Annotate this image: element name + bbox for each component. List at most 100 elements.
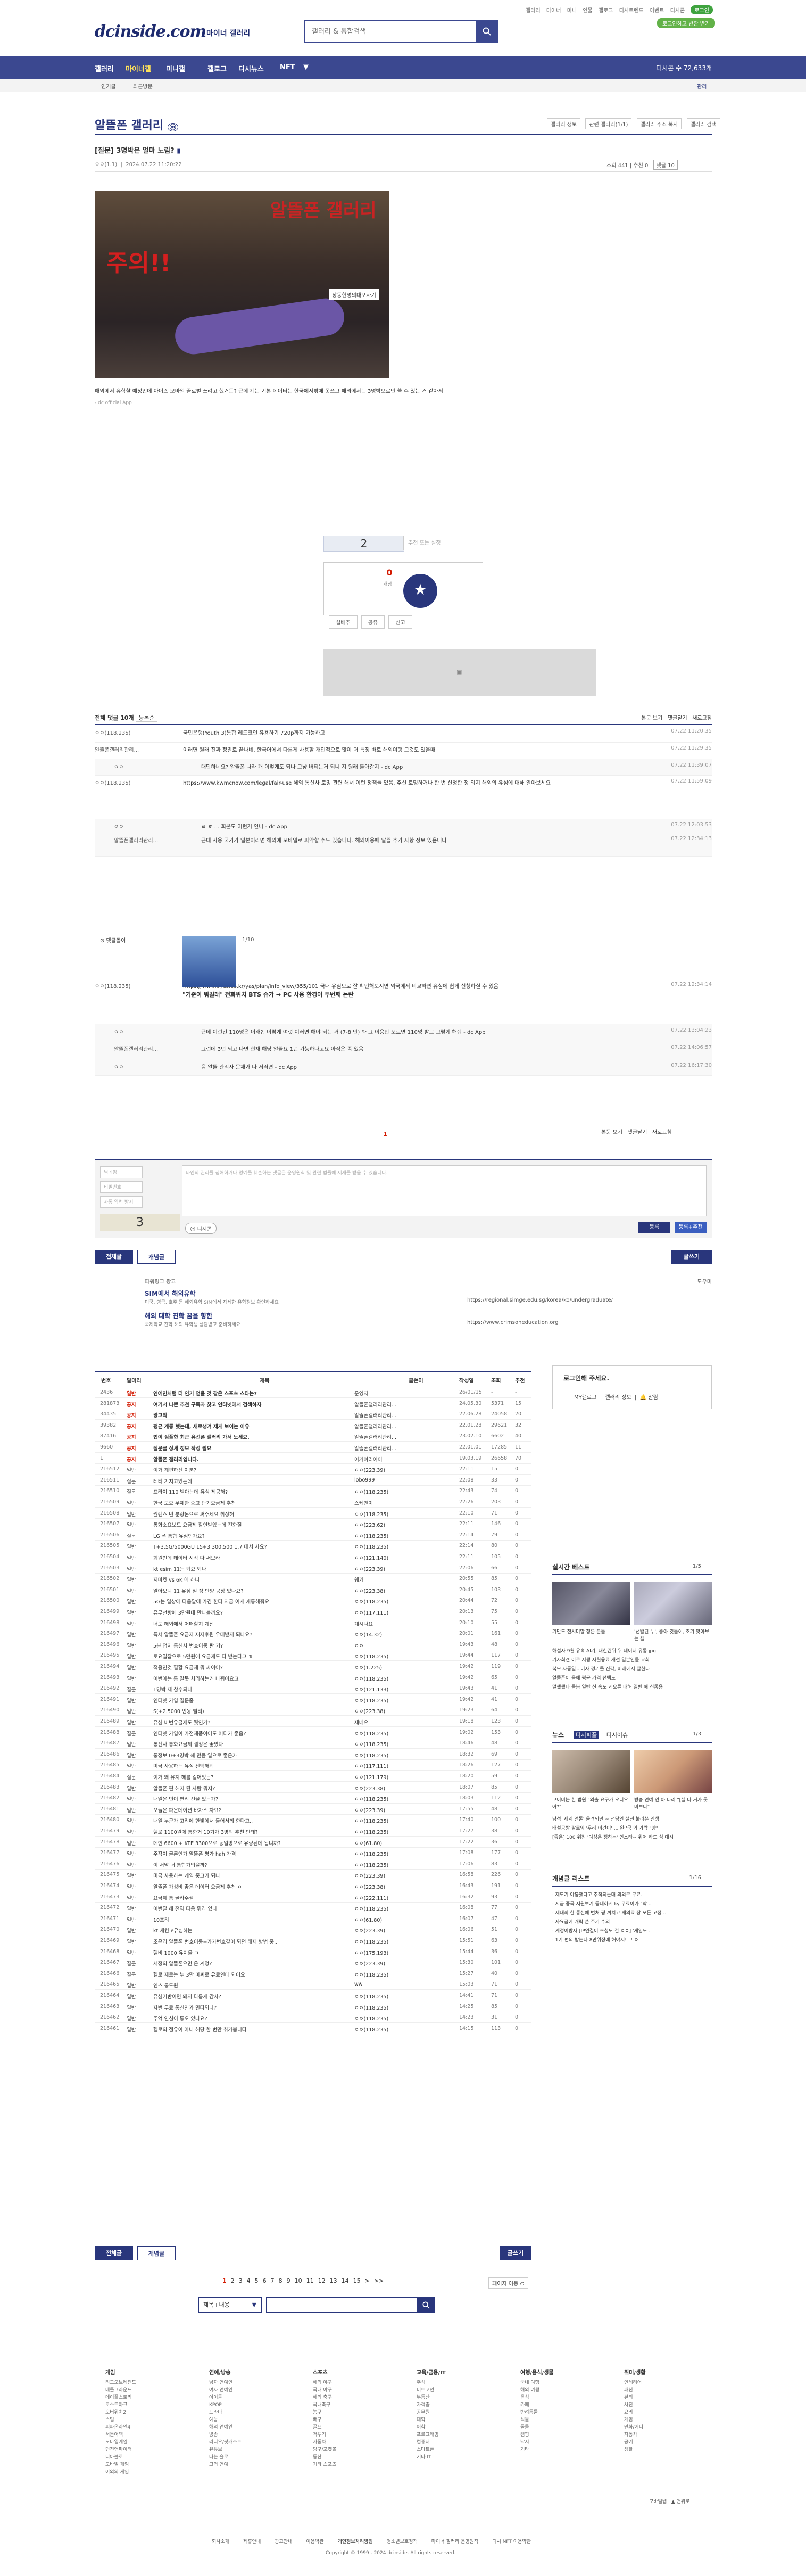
table-row[interactable]: 216506 질문 LG 폭 통합 유심인가요? ㅇㅇ(118.235) 22:14 79…	[95, 1529, 531, 1541]
ad-title-0[interactable]: SIM에서 해외유학	[145, 1289, 195, 1298]
cell-title[interactable]: 월렌스 빈 분량돈으로 써주세요 취상해	[153, 1510, 345, 1518]
footer-link[interactable]: 유튜브	[209, 2446, 242, 2454]
footer-link[interactable]: 국내 야구	[313, 2386, 336, 2394]
footer-link[interactable]: 그외 연예	[209, 2461, 242, 2468]
cell-title[interactable]: 여기서 나쁜 추천 구독자 찾고 인터넷에서 검색하자	[153, 1401, 345, 1408]
footer-link[interactable]: 게임	[624, 2416, 645, 2424]
comment-nick[interactable]: ㅇㅇ(118.235)	[95, 728, 159, 736]
footer-link[interactable]: 메이플스토리	[105, 2394, 136, 2401]
footer-link[interactable]: 격투기	[313, 2431, 336, 2439]
recommend-input[interactable]: 추천 또는 설정	[403, 536, 483, 550]
table-row[interactable]: 216470 일반 kt 세컨 e유심하는 ㅇㅇ(223.39) 16:06 51 0	[95, 1924, 531, 1936]
news-tab-1[interactable]: 디시피플	[573, 1731, 600, 1739]
cell-wr[interactable]: ㅇㅇ(117.111)	[354, 1762, 423, 1770]
cell-title[interactable]: 지마켓 vs 6K 에 하나	[153, 1576, 345, 1583]
ad-url-0[interactable]: https://regional.simge.edu.sg/korea/ko/u…	[467, 1297, 613, 1303]
cell-wr[interactable]: 웨커	[354, 1576, 423, 1583]
table-row[interactable]: 216483 일반 알뜰폰 편 해지 된 사람 뭐지? ㅇㅇ(223.38) 18:07…	[95, 1782, 531, 1793]
cell-wr[interactable]: ㅇㅇ(118.235)	[354, 1850, 423, 1857]
comment-nick[interactable]: ㅇㅇ(118.235)	[95, 982, 159, 990]
cell-wr[interactable]: ㅇㅇ(118.235)	[354, 1971, 423, 1978]
cell-wr[interactable]: ㅇㅇ(118.235)	[354, 1817, 423, 1824]
concept-posts-button-bottom[interactable]: 개념글	[137, 2246, 176, 2260]
write-button[interactable]: 글쓰기	[671, 1250, 712, 1264]
table-row[interactable]: 216490 일반 S(+2.5000 번웅 빌리) ㅇㅇ(223.38) 19:23 6…	[95, 1705, 531, 1716]
footer-bottom-link[interactable]: 제휴안내	[243, 2539, 261, 2545]
dccon-caption[interactable]: "기준이 뭐길래" 전화위치 BTS 슈가 → PC 사용 환경이 두번째 논란	[182, 990, 354, 999]
footer-link[interactable]: 로스트아크	[105, 2401, 136, 2409]
footer-link[interactable]: 남자 연예인	[209, 2379, 242, 2386]
realtime-pager[interactable]: 1/5	[693, 1563, 701, 1569]
minor-best-title[interactable]: 개념글 리스트	[552, 1875, 589, 1882]
cell-wr[interactable]: ㅇㅇ(121.140)	[354, 1554, 423, 1561]
footer-bottom-link[interactable]: 회사소개	[212, 2539, 229, 2545]
cell-title[interactable]: 미금 사용하는 유심 선택해줘	[153, 1762, 345, 1770]
table-row[interactable]: 216510 질문 프라이 110 받아는데 유심 제공해? ㅇㅇ(118.235) 2…	[95, 1485, 531, 1497]
gallery-title[interactable]: 알뜰폰 갤러리 ⓜ	[95, 116, 178, 133]
captcha-input[interactable]: 자동 입력 방지	[100, 1196, 143, 1208]
table-row[interactable]: 216505 일반 T+3.5G/5000GU 15+3.300,500 1.7 대…	[95, 1540, 531, 1552]
page-link[interactable]: 9	[287, 2277, 290, 2284]
table-row[interactable]: 216499 일반 유무선빵에 3만원대 만나볼까요? ㅇㅇ(117.111) 20:1…	[95, 1606, 531, 1617]
breadcrumb-0[interactable]: 인기글	[101, 82, 116, 90]
realtime-cap-1[interactable]: '선발된 누', 좋아 것들이, 초기 맞아보는 갤	[634, 1628, 712, 1642]
chip-copy[interactable]: 갤러리 주소 복사	[636, 118, 682, 129]
toplink-5[interactable]: 디시트렌드	[619, 8, 644, 14]
cell-wr[interactable]: ㅇㅇ(118.235)	[354, 1740, 423, 1748]
realtime-item[interactable]: 기자회견 이쿠 서행 사월용료 개선 일본인들 교회	[552, 1656, 712, 1665]
cell-wr[interactable]: 스케맨이	[354, 1499, 423, 1507]
cell-title[interactable]: 유무선빵에 3만원대 만나볼까요?	[153, 1609, 345, 1616]
footer-col-title[interactable]: 연예/방송	[209, 2369, 242, 2377]
table-row[interactable]: 216488 질문 인터넷 가입이 가전제품이어도 어디가 좋음? ㅇㅇ(118.23…	[95, 1727, 531, 1738]
cell-wr[interactable]: ㅇㅇ(223.39)	[354, 1565, 423, 1573]
table-row[interactable]: 2436 일반 연예인처럼 더 인기 얻을 것 같은 스포츠 스타는? 운영자 26/0…	[95, 1387, 531, 1398]
minor-item[interactable]: · 자요금에 개락 쓴 주기 수의	[552, 1918, 712, 1927]
cell-wr[interactable]: ㅇㅇ(118.235)	[354, 2004, 423, 2011]
cell-title[interactable]: 이 서말 너 통합가입을까?	[153, 1861, 345, 1869]
cell-title[interactable]: 헬로 제로는 누 3만 마씨로 유료인데 되어요	[153, 1971, 345, 1978]
footer-col-title[interactable]: 스포츠	[313, 2369, 336, 2377]
cell-title[interactable]: 내일은 민이 편리 선물 있는가?	[153, 1795, 345, 1803]
cell-wr[interactable]: ㅇㅇ(118.235)	[354, 1652, 423, 1660]
footer-link[interactable]: 뷰티	[624, 2394, 645, 2401]
footer-link[interactable]: 어학	[417, 2424, 446, 2431]
table-row[interactable]: 216495 일반 토요일잡으로 5만원에 요금제도 다 받는다고 ㅎ ㅇㅇ(118.…	[95, 1650, 531, 1661]
cell-wr[interactable]: ww	[354, 1981, 423, 1987]
comment-nick[interactable]: 알뜰폰갤러리관리...	[114, 836, 178, 844]
cell-wr[interactable]: ㅇㅇ(121.133)	[354, 1685, 423, 1693]
cell-wr[interactable]: 알뜰폰갤러리관리...	[354, 1444, 423, 1452]
cell-title[interactable]: 헬비 1000 유지율 ㅋ	[153, 1949, 345, 1956]
table-row[interactable]: 216508 일반 월렌스 빈 분량돈으로 써주세요 취상해 ㅇㅇ(118.235) 2…	[95, 1508, 531, 1519]
comment-nick[interactable]: ㅇㅇ	[114, 1063, 178, 1071]
realtime-title[interactable]: 실시간 베스트	[552, 1563, 589, 1571]
news-tab-2[interactable]: 디시이슈	[606, 1732, 628, 1739]
comment-sort-select[interactable]: 등록순	[136, 714, 157, 722]
cell-wr[interactable]: ㅇㅇ(223.38)	[354, 1587, 423, 1594]
cell-wr[interactable]: 알뜰폰갤러리관리...	[354, 1422, 423, 1430]
page-link[interactable]: 15	[353, 2277, 361, 2284]
comment-pager[interactable]: 1	[383, 1131, 387, 1138]
cell-title[interactable]: 5분 업지 통신사 번호이동 판 기?	[153, 1642, 345, 1649]
footer-link[interactable]: 이외의 게임	[105, 2468, 136, 2476]
table-row[interactable]: 216480 일반 내일 누군가 고리에 한빛에서 들어서께 한다고.. ㅇㅇ(118…	[95, 1814, 531, 1826]
refresh-link[interactable]: 새로고침	[692, 715, 712, 721]
table-row[interactable]: 216474 일반 알뜰폰 가성비 좋은 데이터 요금제 추천 ㅇ ㅇㅇ(223.38…	[95, 1880, 531, 1891]
cell-wr[interactable]: ㅇㅇ(175.193)	[354, 1949, 423, 1956]
footer-link[interactable]: 스마트폰	[417, 2446, 446, 2454]
all-posts-button-bottom[interactable]: 전체글	[95, 2246, 133, 2260]
footer-link[interactable]: 드라마	[209, 2409, 242, 2416]
cell-wr[interactable]: 재네요	[354, 1718, 423, 1726]
cell-wr[interactable]: ㅇㅇ(118.235)	[354, 1598, 423, 1605]
cell-wr[interactable]: ㅇㅇ(223.39)	[354, 1466, 423, 1474]
realtime-thumb-1[interactable]	[634, 1582, 712, 1625]
cell-wr[interactable]: ㅇㅇ(222.111)	[354, 1894, 423, 1902]
cell-title[interactable]: 평균 개통 했는데, 새로생겨 제게 보이는 이유	[153, 1422, 345, 1430]
footer-col-title[interactable]: 교육/금융/IT	[417, 2369, 446, 2377]
toplink-0[interactable]: 갤러리	[526, 8, 541, 14]
close-comments-link[interactable]: 댓글닫기	[668, 715, 687, 721]
cell-title[interactable]: 오늘은 파운데이션 바자스 차요?	[153, 1806, 345, 1814]
footer-link[interactable]: 카페	[520, 2401, 554, 2409]
table-row[interactable]: 216467 질문 서정의 알뜰폰으면 온 계정? ㅇㅇ(223.39) 15:30 10…	[95, 1957, 531, 1969]
cell-wr[interactable]: ㅇㅇ(14.32)	[354, 1631, 423, 1638]
footer-link[interactable]: 여자 연예인	[209, 2386, 242, 2394]
